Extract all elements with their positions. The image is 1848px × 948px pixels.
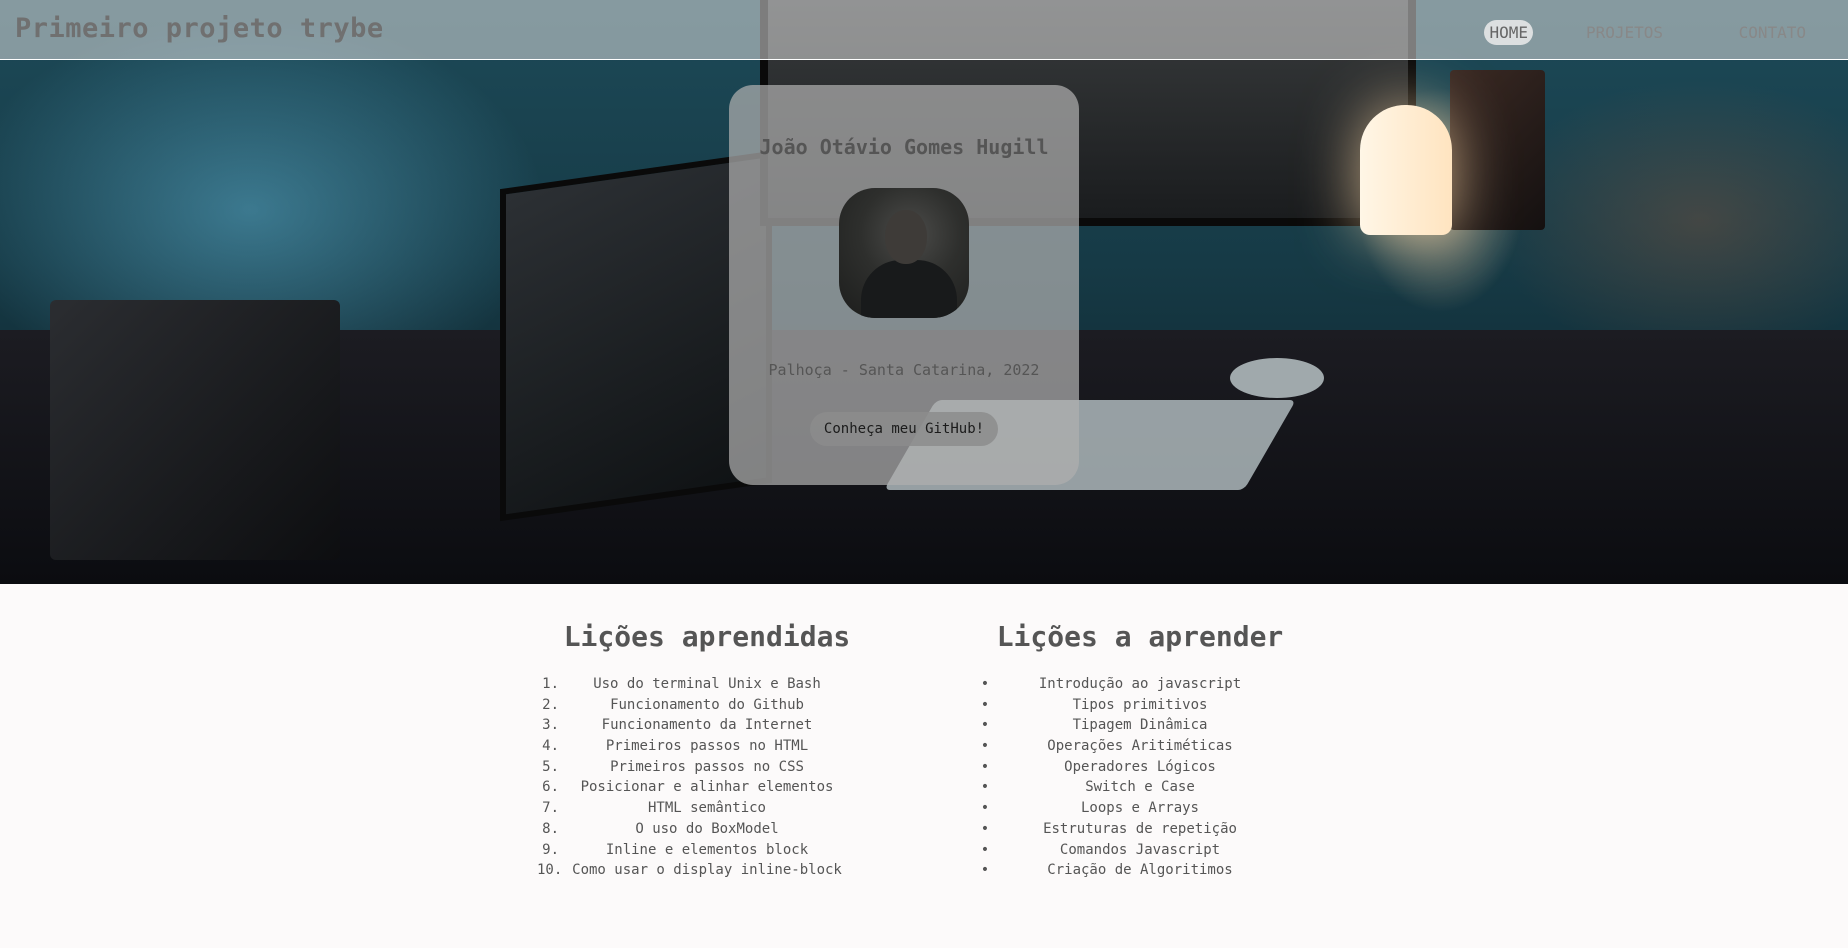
list-item: • Tipagem Dinâmica — [970, 715, 1310, 736]
nav-projetos[interactable]: PROJETOS — [1581, 20, 1668, 45]
list-marker: 7. — [542, 800, 559, 817]
list-marker: • — [980, 696, 990, 713]
list-item: 5. Primeiros passos no CSS — [537, 757, 877, 778]
list-item-text: Como usar o display inline-block — [572, 862, 842, 879]
list-marker: • — [980, 820, 990, 837]
list-marker: 10. — [537, 862, 563, 879]
mouse-image-part — [1230, 358, 1324, 398]
list-marker: 1. — [542, 676, 559, 692]
list-item: • Operações Aritiméticas — [970, 736, 1310, 757]
list-item: • Criação de Algoritimos — [970, 860, 1310, 881]
list-item: 6. Posicionar e alinhar elementos — [537, 777, 877, 798]
list-item: • Estruturas de repetição — [970, 819, 1310, 840]
list-item: • Introdução ao javascript — [970, 674, 1310, 695]
avatar — [839, 188, 969, 318]
speaker-left-image-part — [50, 300, 340, 560]
list-item-text: Loops e Arrays — [1080, 800, 1199, 817]
learned-section: Lições aprendidas 1. Uso do terminal Unix… — [537, 620, 877, 878]
list-item: • Tipos primitivos — [970, 695, 1310, 716]
list-marker: 6. — [542, 779, 559, 796]
profile-card: João Otávio Gomes Hugill Palhoça - Santa… — [729, 85, 1079, 485]
list-marker: • — [980, 738, 990, 755]
list-marker: 4. — [542, 738, 559, 755]
list-marker: • — [980, 717, 990, 734]
list-item: 8. O uso do BoxModel — [537, 819, 877, 840]
list-item: 3. Funcionamento da Internet — [537, 715, 877, 736]
list-item: 2. Funcionamento do Github — [537, 695, 877, 716]
to-learn-section: Lições a aprender • Introdução ao javascr… — [970, 620, 1310, 878]
list-item-text: Criação de Algoritimos — [1047, 862, 1233, 879]
list-marker: 8. — [542, 820, 559, 837]
list-item-text: Primeiros passos no CSS — [610, 758, 804, 775]
hero-background: João Otávio Gomes Hugill Palhoça - Santa… — [0, 0, 1848, 584]
list-item-text: HTML semântico — [647, 800, 766, 817]
profile-name: João Otávio Gomes Hugill — [759, 135, 1049, 159]
list-marker: 3. — [542, 717, 559, 734]
list-marker: • — [980, 676, 990, 692]
nav-contato[interactable]: CONTATO — [1734, 20, 1811, 45]
list-item-text: Comandos Javascript — [1059, 841, 1221, 858]
list-marker: • — [980, 758, 990, 775]
site-title: Primeiro projeto trybe — [15, 13, 384, 44]
list-marker: • — [980, 862, 990, 879]
list-marker: 9. — [542, 841, 559, 858]
to-learn-title: Lições a aprender — [996, 620, 1284, 653]
list-item-text: Operações Aritiméticas — [1047, 738, 1233, 755]
list-item-text: O uso do BoxModel — [635, 820, 779, 837]
learned-title: Lições aprendidas — [563, 620, 851, 653]
list-item-text: Switch e Case — [1085, 779, 1195, 796]
list-item-text: Estruturas de repetição — [1043, 820, 1237, 837]
list-item-text: Inline e elementos block — [605, 841, 809, 858]
list-item: 4. Primeiros passos no HTML — [537, 736, 877, 757]
lamp-image-part — [1360, 105, 1452, 235]
to-learn-list: • Introdução ao javascript • Tipos primitiv… — [970, 674, 1310, 881]
learned-list: 1. Uso do terminal Unix e Bash 2. Funcionam… — [537, 674, 877, 881]
list-item-text: Tipos primitivos — [1072, 696, 1208, 713]
list-item: • Switch e Case — [970, 777, 1310, 798]
list-item-text: Introdução ao javascript — [1038, 676, 1242, 692]
list-item: • Comandos Javascript — [970, 840, 1310, 861]
list-item-text: Primeiros passos no HTML — [605, 738, 809, 755]
speaker-right-image-part — [1450, 70, 1545, 230]
list-marker: 2. — [542, 696, 559, 713]
list-marker: • — [980, 841, 990, 858]
list-item-text: Funcionamento da Internet — [601, 717, 813, 734]
list-item: 9. Inline e elementos block — [537, 840, 877, 861]
list-marker: • — [980, 779, 990, 796]
list-item: • Operadores Lógicos — [970, 757, 1310, 778]
site-header: Primeiro projeto trybe HOME PROJETOS CON… — [0, 0, 1848, 60]
nav-home[interactable]: HOME — [1484, 20, 1533, 45]
list-item-text: Posicionar e alinhar elementos — [580, 779, 834, 796]
list-item-text: Tipagem Dinâmica — [1072, 717, 1208, 734]
list-item-text: Funcionamento do Github — [610, 696, 804, 713]
list-item: 1. Uso do terminal Unix e Bash — [537, 674, 877, 695]
list-item-text: Uso do terminal Unix e Bash — [593, 676, 821, 692]
list-item-text: Operadores Lógicos — [1064, 758, 1216, 775]
list-item: 7. HTML semântico — [537, 798, 877, 819]
list-item: • Loops e Arrays — [970, 798, 1310, 819]
github-button[interactable]: Conheça meu GitHub! — [810, 412, 998, 446]
list-marker: 5. — [542, 758, 559, 775]
list-marker: • — [980, 800, 990, 817]
list-item: 10. Como usar o display inline-block — [537, 860, 877, 881]
profile-location: Palhoça - Santa Catarina, 2022 — [768, 361, 1040, 379]
